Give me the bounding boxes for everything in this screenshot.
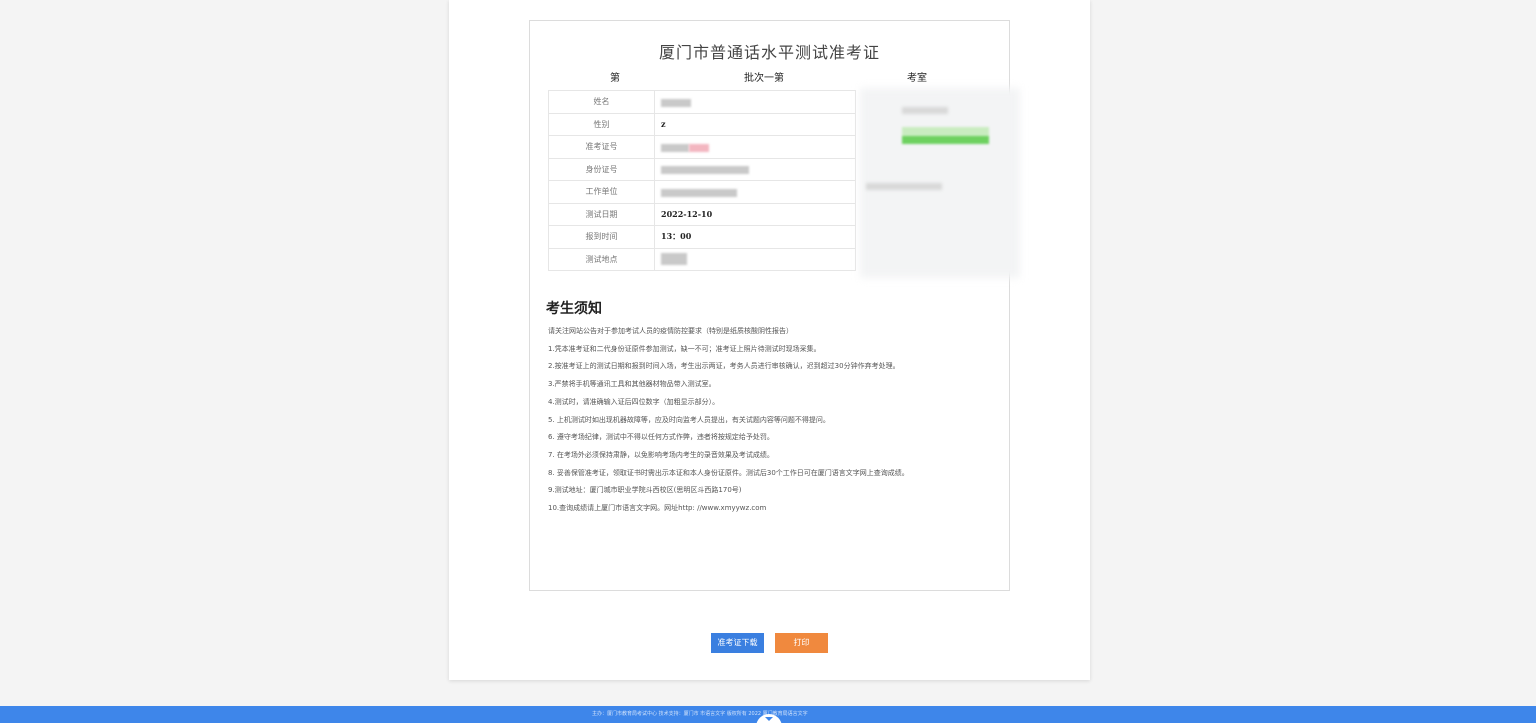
info-row-test-date: 测试日期 2022-12-10 [548, 202, 856, 226]
exam-room-label: 考室 [907, 73, 927, 84]
notice-item: 4.测试时，请准确输入证后四位数字（加粗显示部分）。 [548, 397, 720, 406]
ticket-title: 厦门市普通话水平测试准考证 [658, 43, 880, 62]
info-row-work-unit: 工作单位 [548, 180, 856, 204]
batch-label: 第 [610, 73, 620, 84]
info-label: 性别 [548, 112, 655, 136]
info-row-id-no: 身份证号 [548, 157, 856, 181]
notice-list: 请关注网站公告对于参加考试人员的疫情防控要求（特别是纸质核酸阴性报告） 1.凭本… [548, 323, 978, 518]
info-row-name: 姓名 [548, 90, 856, 114]
notice-item: 6. 遵守考场纪律，测试中不得以任何方式作弊，违者将按规定给予处罚。 [548, 433, 774, 442]
info-label: 测试日期 [548, 202, 655, 226]
download-ticket-button[interactable]: 准考证下载 [711, 633, 764, 653]
content-panel: 厦门市普通话水平测试准考证 第 批次一第 考室 姓名 性别 z 准考证号 身份证… [449, 0, 1090, 680]
candidate-info-table: 姓名 性别 z 准考证号 身份证号 工作单位 测试日期 2022-12-10 报… [548, 90, 856, 271]
notice-item: 9.测试地址：厦门城市职业学院斗西校区(思明区斗西路170号) [548, 486, 742, 495]
info-value-redacted [654, 135, 856, 159]
admission-ticket: 厦门市普通话水平测试准考证 第 批次一第 考室 姓名 性别 z 准考证号 身份证… [529, 20, 1020, 591]
info-label: 测试地点 [548, 247, 655, 271]
batch-row: 第 批次一第 考室 [530, 69, 1009, 85]
info-value-redacted [654, 157, 856, 181]
info-value-redacted [654, 247, 856, 271]
info-label: 工作单位 [548, 180, 655, 204]
info-label: 身份证号 [548, 157, 655, 181]
info-value-redacted [654, 180, 856, 204]
info-value: 13：00 [654, 225, 856, 249]
notice-item: 1.凭本准考证和二代身份证原件参加测试，缺一不可；准考证上照片待测试时现场采集。 [548, 344, 821, 353]
print-button[interactable]: 打印 [775, 633, 828, 653]
info-row-test-location: 测试地点 [548, 247, 856, 271]
info-row-check-in-time: 报到时间 13：00 [548, 225, 856, 249]
info-label: 姓名 [548, 90, 655, 114]
batch-number: 批次一第 [744, 73, 784, 84]
notice-item: 8. 妥善保管准考证，领取证书时需出示本证和本人身份证原件。测试后30个工作日可… [548, 468, 909, 477]
info-label: 准考证号 [548, 135, 655, 159]
notice-item: 3.严禁将手机等通讯工具和其他器材物品带入测试室。 [548, 380, 716, 389]
notice-item: 请关注网站公告对于参加考试人员的疫情防控要求（特别是纸质核酸阴性报告） [548, 327, 793, 335]
notice-item: 10.查询成绩请上厦门市语言文字网。网址http: //www.xmyywz.c… [548, 504, 767, 513]
notice-item: 2.按准考证上的测试日期和报到时间入场，考生出示两证，考务人员进行审核确认，迟到… [548, 362, 900, 371]
redacted-line [866, 183, 942, 190]
notice-item: 7. 在考场外必须保持肃静，以免影响考场内考生的录音效果及考试成绩。 [548, 450, 774, 459]
info-label: 报到时间 [548, 225, 655, 249]
info-row-gender: 性别 z [548, 112, 856, 136]
info-value: 2022-12-10 [654, 202, 856, 226]
redacted-line [902, 107, 948, 114]
info-row-ticket-no: 准考证号 [548, 135, 856, 159]
info-value-redacted [654, 90, 856, 114]
notice-item: 5. 上机测试时如出现机器故障等，应及时向监考人员提出，有关试题内容等问题不得提… [548, 415, 830, 424]
info-value: z [654, 112, 856, 136]
notice-title: 考生须知 [546, 301, 602, 317]
photo-status-bar [902, 127, 989, 145]
